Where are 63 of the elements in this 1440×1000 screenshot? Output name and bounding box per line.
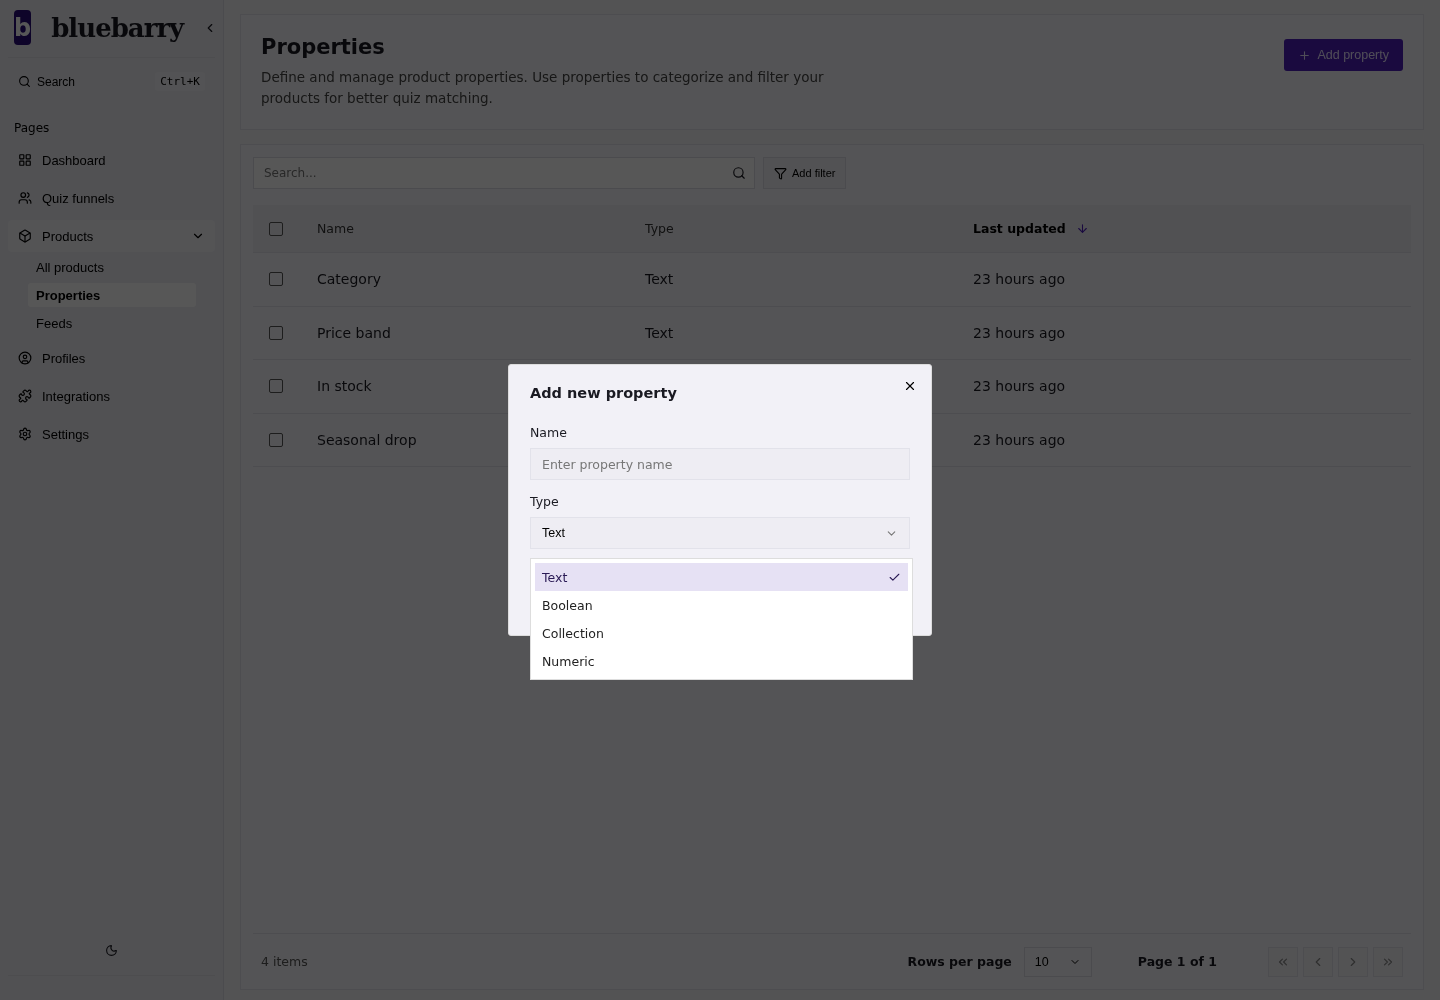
user-circle-icon [18,351,32,365]
field-label: Type [530,494,560,509]
brand-name: bluebarry [51,12,184,43]
search-label: Search [37,74,76,89]
table-cell: 23 hours ago [973,324,1066,341]
nav-item[interactable]: Settings [8,418,215,450]
table-cell: Seasonal drop [317,431,417,448]
dropdown-option[interactable]: Boolean [535,591,908,619]
dropdown-option[interactable]: Collection [535,619,908,647]
add-property-button[interactable]: Add property [1284,39,1403,71]
column-header[interactable]: Last updated [973,221,1066,236]
checkbox[interactable] [269,221,283,236]
puzzle-icon [18,389,32,403]
checkbox[interactable] [269,432,283,447]
item-count: 4 items [261,954,309,969]
moon-icon[interactable] [105,944,118,957]
type-select[interactable]: Text [530,517,910,549]
sort-arrow-icon [1075,222,1089,235]
dropdown-option[interactable]: Numeric [535,647,908,675]
nav-subitem[interactable]: Feeds [28,311,196,335]
checkbox[interactable] [269,379,283,394]
nav-item[interactable]: Quiz funnels [8,182,215,214]
table-cell: 23 hours ago [973,431,1066,448]
filter-icon [774,166,787,180]
table-cell: Price band [317,324,391,341]
search-button[interactable]: Search Ctrl+K [8,58,215,105]
rows-per-page-select[interactable]: 10 [1023,946,1092,977]
users-icon [18,191,32,205]
name-input-field[interactable]: Enter property name [530,448,910,480]
table-cell: 23 hours ago [973,378,1066,395]
nav-item[interactable]: Dashboard [8,144,215,176]
search-icon [18,75,31,88]
nav-item[interactable]: Profiles [8,342,215,374]
table-cell: 23 hours ago [973,271,1066,288]
column-header[interactable]: Type [645,221,674,236]
checkbox[interactable] [269,325,283,340]
table-cell: Category [317,271,381,288]
rows-per-page-label: Rows per page [907,954,1012,969]
dialog-title: Add new property [530,385,678,401]
page-indicator: Page 1 of 1 [1137,954,1217,969]
column-header[interactable]: Name [317,221,354,236]
close-button[interactable] [903,379,917,393]
field-label: Name [530,425,568,440]
settings-icon [18,427,32,441]
table-cell: In stock [317,378,372,395]
nav-item[interactable]: Integrations [8,380,215,412]
first-page-button[interactable] [1268,946,1298,977]
section-label: Pages [13,120,51,137]
grid-icon [18,153,32,167]
last-page-button[interactable] [1373,946,1403,977]
plus-icon [1298,48,1312,62]
nav-subitem[interactable]: All products [28,255,196,279]
table-cell: Text [645,324,674,341]
filter-button[interactable]: Add filter [763,157,847,189]
page-title: Properties [261,35,386,59]
logo: b [14,10,32,45]
nav-subitem[interactable]: Properties [28,283,196,307]
box-icon [18,229,32,243]
dropdown-option[interactable]: Text [535,563,908,591]
table-cell: Text [645,271,674,288]
search-icon [732,166,746,180]
checkbox[interactable] [269,272,283,287]
page-description: Define and manage product properties. Use properties to categorize and filter your products for better quiz matching. [261,68,825,108]
